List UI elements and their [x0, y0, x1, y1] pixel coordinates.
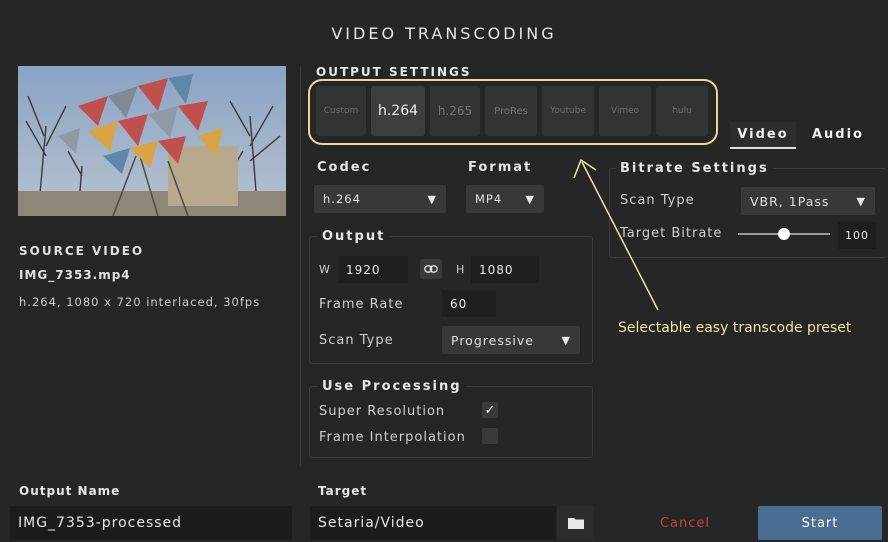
slider-knob[interactable] [778, 228, 790, 240]
caret-down-icon: ▼ [856, 194, 866, 208]
width-label: W [319, 263, 330, 276]
super-resolution-label: Super Resolution [319, 404, 446, 419]
tab-video[interactable]: Video [730, 122, 796, 147]
format-label: Format [468, 160, 533, 175]
link-icon[interactable] [420, 259, 442, 279]
output-name-label: Output Name [19, 484, 121, 498]
preset-h265[interactable]: h.265 [430, 86, 480, 136]
preset-vimeo[interactable]: Vimeo [599, 86, 651, 136]
checkmark-icon: ✓ [484, 402, 496, 418]
caret-down-icon: ▼ [525, 192, 535, 206]
window-title: VIDEO TRANSCODING [331, 23, 557, 43]
source-thumbnail [18, 66, 286, 216]
source-filename: IMG_7353.mp4 [19, 268, 131, 282]
cancel-button[interactable]: Cancel [640, 506, 730, 540]
source-info: h.264, 1080 x 720 interlaced, 30fps [19, 295, 261, 309]
height-input[interactable]: 1080 [471, 256, 539, 283]
target-bitrate-slider[interactable] [738, 228, 830, 240]
preset-youtube[interactable]: Youtube [542, 86, 594, 136]
processing-heading: Use Processing [318, 379, 466, 394]
preset-custom[interactable]: Custom [316, 86, 366, 136]
caret-down-icon: ▼ [561, 333, 571, 347]
folder-icon [567, 518, 584, 529]
preset-prores[interactable]: ProRes [485, 86, 537, 136]
scan-type-value: Progressive [451, 332, 534, 348]
width-input[interactable]: 1920 [338, 256, 408, 283]
codec-value: h.264 [323, 192, 361, 206]
bitrate-scan-type-value: VBR, 1Pass [750, 193, 830, 209]
annotation-text: Selectable easy transcode preset [618, 320, 852, 336]
target-bitrate-value[interactable]: 100 [838, 222, 876, 249]
height-label: H [456, 263, 465, 276]
frame-rate-input[interactable]: 60 [442, 290, 496, 317]
tab-audio[interactable]: Audio [800, 122, 876, 147]
target-input[interactable]: Setaria/Video [310, 506, 556, 540]
output-heading: Output [318, 229, 390, 244]
source-thumbnail-image [18, 66, 286, 216]
scan-type-label: Scan Type [319, 333, 394, 348]
codec-label: Codec [317, 160, 372, 175]
start-button[interactable]: Start [758, 506, 882, 540]
preset-hulu[interactable]: hulu [656, 86, 708, 136]
source-video-heading: SOURCE VIDEO [19, 244, 145, 258]
annotation-arrow [573, 158, 659, 311]
bitrate-scan-type-dropdown[interactable]: VBR, 1Pass ▼ [741, 187, 875, 215]
output-name-input[interactable]: IMG_7353-processed [10, 506, 292, 540]
scan-type-dropdown[interactable]: Progressive ▼ [442, 326, 580, 354]
panel-divider [300, 66, 301, 466]
output-settings-heading: OUTPUT SETTINGS [316, 65, 472, 79]
target-label: Target [318, 484, 368, 498]
format-value: MP4 [475, 192, 503, 206]
frame-rate-label: Frame Rate [319, 297, 404, 312]
caret-down-icon: ▼ [427, 192, 437, 206]
preset-h264[interactable]: h.264 [371, 86, 425, 136]
tab-video-underline [730, 147, 796, 149]
super-resolution-checkbox[interactable]: ✓ [482, 402, 498, 418]
format-dropdown[interactable]: MP4 ▼ [466, 185, 544, 213]
codec-dropdown[interactable]: h.264 ▼ [314, 185, 446, 213]
frame-interpolation-checkbox[interactable] [482, 428, 498, 444]
frame-interpolation-label: Frame Interpolation [319, 430, 466, 445]
browse-folder-button[interactable] [557, 506, 594, 540]
processing-group [309, 386, 593, 458]
